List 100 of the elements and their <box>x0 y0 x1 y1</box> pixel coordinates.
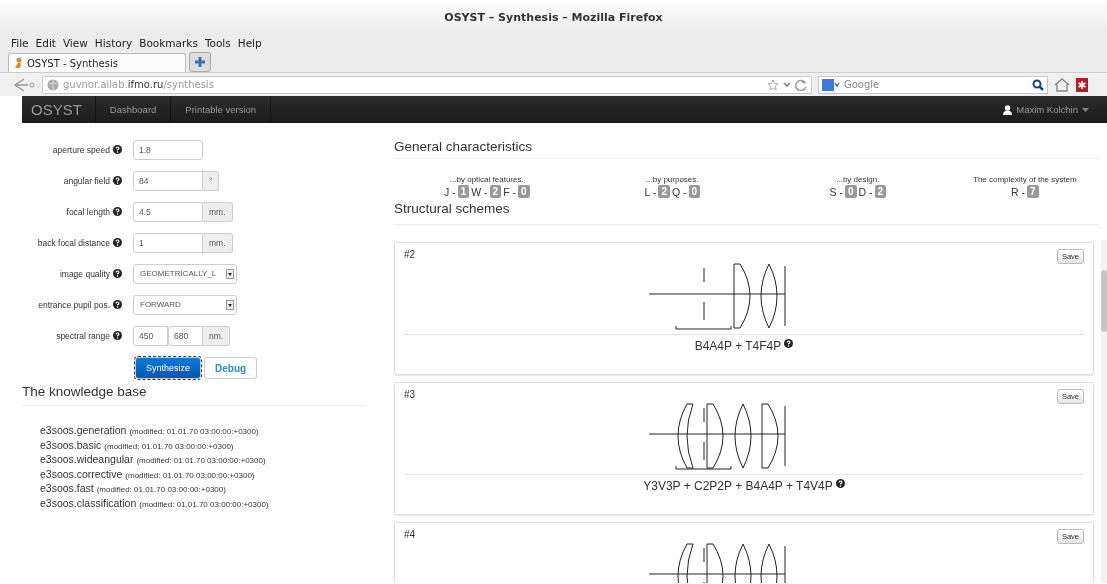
scheme-number: #3 <box>404 389 416 400</box>
help-icon[interactable] <box>113 238 122 247</box>
figure-icon <box>13 57 23 69</box>
input-field[interactable]: 450 <box>133 325 168 346</box>
characteristic-label: J - <box>444 185 456 198</box>
field-label: spectral range <box>56 330 110 341</box>
characteristic-label: R - <box>1011 185 1025 198</box>
help-icon[interactable] <box>113 331 122 340</box>
dropdown-icon <box>226 268 234 279</box>
rule-package-name[interactable]: e3soos.wideangular <box>40 453 134 466</box>
field-label: image quality <box>59 268 110 279</box>
modified-date: (modified: 01.01.70 03:00:00:+0300) <box>139 498 269 511</box>
characteristic-value: 0 <box>844 185 857 198</box>
asterisk-icon[interactable] <box>1076 77 1088 92</box>
menu-item[interactable]: Edit <box>35 36 56 49</box>
google-icon[interactable] <box>822 78 840 91</box>
input-field[interactable]: 1.8 <box>133 139 203 160</box>
unit-label: mm. <box>203 201 233 222</box>
characteristic-title: ...by purposes. <box>646 175 699 185</box>
help-icon[interactable] <box>113 145 122 154</box>
rule-package-name[interactable]: e3soos.classification <box>40 496 137 509</box>
help-icon[interactable] <box>835 479 845 488</box>
globe-icon <box>47 78 59 91</box>
input-field[interactable]: 1 <box>133 232 203 253</box>
scheme-number: #4 <box>404 529 416 540</box>
browser-tab[interactable]: OSYST - Synthesis <box>8 53 186 72</box>
dropdown-icon <box>226 299 234 310</box>
field-label: angular field <box>63 175 110 186</box>
menu-item[interactable]: History <box>94 36 133 49</box>
characteristic-value: 0 <box>688 185 701 198</box>
menu-item[interactable]: Bookmarks <box>139 36 198 49</box>
characteristic-value: 7 <box>1027 185 1039 198</box>
characteristic-label: F - <box>503 185 516 198</box>
section-heading: The knowledge base <box>22 384 366 406</box>
user-menu[interactable]: Maxim Kolchin <box>1003 104 1107 115</box>
modified-date: (modified: 01.01.70 03:00:00:+0300) <box>136 455 266 467</box>
help-icon[interactable] <box>113 269 122 278</box>
nav-link[interactable]: Dashboard <box>95 96 172 123</box>
rule-package-name[interactable]: e3soos.generation <box>40 424 127 437</box>
scheme-formula: B4A4P + T4F4P <box>694 339 782 353</box>
menu-item[interactable]: Help <box>237 36 262 49</box>
brand-link[interactable]: OSYST <box>22 96 96 123</box>
characteristic-title: ...by design. <box>836 175 880 185</box>
characteristic-label: L - <box>644 185 657 198</box>
characteristic-label: W - <box>471 185 488 198</box>
characteristic-value: 1 <box>457 185 470 198</box>
characteristic-title: The complexity of the system <box>973 175 1077 185</box>
help-icon[interactable] <box>113 207 122 216</box>
unit-label: ° <box>203 170 220 191</box>
section-heading: Structural schemes <box>394 201 1099 225</box>
characteristic-value: 2 <box>658 185 670 198</box>
reload-icon[interactable] <box>795 78 807 91</box>
characteristic-label: S - <box>829 185 843 198</box>
field-label: focal length <box>66 206 110 217</box>
scheme-formula: Y3V3P + C2P2P + B4A4P + T4V4P <box>643 479 833 493</box>
field-label: aperture speed <box>52 144 110 155</box>
characteristic-label: D - <box>858 185 873 198</box>
caret-icon <box>1082 107 1089 112</box>
characteristic-value: 2 <box>489 185 502 198</box>
nav-link[interactable]: Printable version <box>171 96 272 123</box>
scrollbar[interactable] <box>1101 240 1107 583</box>
characteristic-value: 2 <box>874 185 887 198</box>
user-icon <box>1003 104 1013 115</box>
modified-date: (modified: 01.01.70 03:00:00:+0300) <box>125 469 255 482</box>
section-heading: General characteristics <box>394 139 1099 159</box>
rule-package-name[interactable]: e3soos.basic <box>40 438 102 451</box>
field-label: back focal distance <box>37 237 110 248</box>
search-field[interactable]: Google <box>818 75 1048 94</box>
input-field[interactable]: 680 <box>168 325 203 346</box>
characteristic-title: ...by optical features. <box>449 175 524 185</box>
help-icon[interactable] <box>113 300 122 309</box>
field-label: entrance pupil pos. <box>38 299 110 310</box>
new-tab-icon[interactable] <box>189 52 211 72</box>
unit-label: nm. <box>203 325 231 346</box>
input-field[interactable]: 4.5 <box>133 201 203 222</box>
modified-date: (modified: 01.01.70 03:00:00:+0300) <box>129 426 259 438</box>
unit-label: mm. <box>203 232 233 253</box>
star-icon[interactable] <box>767 78 779 91</box>
rule-package-name[interactable]: e3soos.corrective <box>40 467 123 480</box>
menu-item[interactable]: File <box>11 36 29 49</box>
characteristic-value: 0 <box>517 185 530 198</box>
menu-item[interactable]: View <box>62 36 88 49</box>
address-field[interactable]: guvnor.ailab.ifmo.ru/synthesis <box>42 75 812 94</box>
select-field[interactable]: FORWARD <box>133 294 237 315</box>
synthesize-button[interactable]: Synthesize <box>135 357 202 379</box>
scheme-number: #2 <box>404 249 416 260</box>
characteristic-label: Q - <box>671 185 687 198</box>
modified-date: (modified: 01.01.70 03:00:00:+0300) <box>104 440 234 453</box>
modified-date: (modified: 01.01.70 03:00:00:+0300) <box>96 484 226 496</box>
select-field[interactable]: GEOMETRICALLY_L <box>133 263 237 284</box>
window-title: OSYST – Synthesis – Mozilla Firefox <box>444 10 663 24</box>
debug-button[interactable]: Debug <box>204 357 258 379</box>
menu-item[interactable]: Tools <box>204 36 231 49</box>
home-icon[interactable] <box>1054 77 1070 92</box>
search-icon[interactable] <box>1032 78 1044 91</box>
input-field[interactable]: 84 <box>133 170 203 191</box>
help-icon[interactable] <box>113 176 122 185</box>
caret-icon[interactable] <box>783 81 791 88</box>
rule-package-name[interactable]: e3soos.fast <box>40 482 94 495</box>
help-icon[interactable] <box>784 339 794 348</box>
